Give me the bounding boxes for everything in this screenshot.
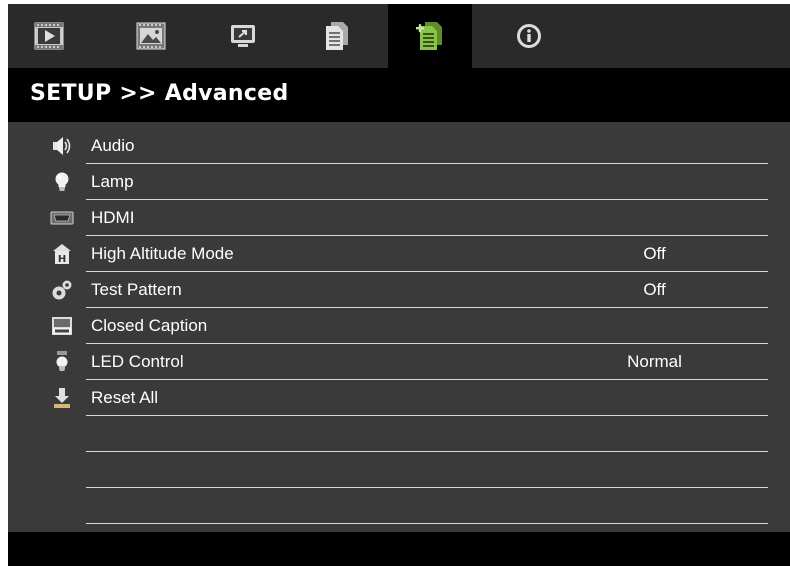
menu-item-lamp[interactable]: Lamp	[8, 164, 790, 200]
menu-item-label: High Altitude Mode	[91, 244, 234, 263]
menu-item-closed-caption[interactable]: Closed Caption	[8, 308, 790, 344]
divider	[86, 523, 768, 524]
document-icon	[326, 22, 348, 50]
high-altitude-icon: H	[50, 242, 74, 266]
setup-advanced-icon	[416, 22, 442, 50]
lamp-icon	[50, 170, 74, 194]
reset-icon	[50, 386, 74, 410]
menu-item-value: Off	[643, 280, 666, 299]
empty-row	[8, 488, 790, 524]
tab-video[interactable]	[14, 4, 84, 68]
title-bar: SETUP >> Advanced	[8, 68, 790, 122]
menu-item-label: HDMI	[91, 208, 135, 227]
menu-item-value: Off	[643, 244, 666, 263]
tab-display[interactable]	[208, 4, 278, 68]
svg-text:H: H	[58, 254, 66, 265]
menu-item-high-altitude-mode[interactable]: H High Altitude Mode Off	[8, 236, 790, 272]
menu-item-label: Test Pattern	[91, 280, 182, 299]
tab-info[interactable]	[494, 4, 564, 68]
tab-document[interactable]	[302, 4, 372, 68]
menu-item-led-control[interactable]: LED Control Normal	[8, 344, 790, 380]
tab-image[interactable]	[116, 4, 186, 68]
menu-item-label: Lamp	[91, 172, 134, 191]
image-icon	[136, 22, 166, 50]
video-play-icon	[34, 22, 64, 50]
page-title: SETUP >> Advanced	[30, 81, 289, 106]
closed-caption-icon	[50, 314, 74, 338]
empty-row	[8, 452, 790, 488]
menu-item-value: Normal	[627, 352, 682, 371]
menu-item-label: LED Control	[91, 352, 184, 371]
speaker-icon	[50, 134, 74, 158]
menu-item-test-pattern[interactable]: Test Pattern Off	[8, 272, 790, 308]
footer-bar	[8, 532, 790, 566]
display-arrow-icon	[231, 25, 255, 47]
menu-item-reset-all[interactable]: Reset All	[8, 380, 790, 416]
osd-menu: SETUP >> Advanced Audio Lamp HDMI H High…	[8, 4, 790, 566]
menu-item-label: Closed Caption	[91, 316, 208, 335]
test-pattern-icon	[50, 278, 74, 302]
tab-setup-advanced[interactable]	[388, 4, 472, 68]
hdmi-icon	[50, 206, 74, 230]
info-icon	[517, 24, 541, 48]
menu-item-audio[interactable]: Audio	[8, 128, 790, 164]
tab-bar	[8, 4, 790, 68]
menu-item-label: Reset All	[91, 388, 159, 407]
menu-item-hdmi[interactable]: HDMI	[8, 200, 790, 236]
led-control-icon	[50, 350, 74, 374]
menu-list: Audio Lamp HDMI H High Altitude Mode Off…	[8, 122, 790, 532]
empty-row	[8, 416, 790, 452]
menu-item-label: Audio	[91, 136, 135, 155]
